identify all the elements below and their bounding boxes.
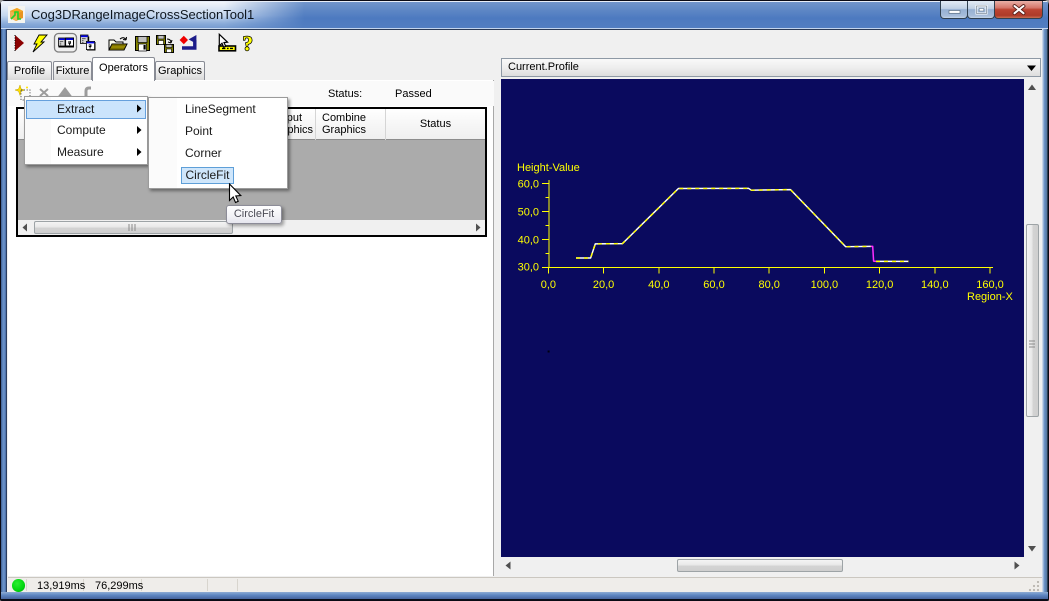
svg-text:60,0: 60,0 [703, 279, 724, 291]
svg-text:30,0: 30,0 [518, 262, 539, 274]
svg-text:Region-X: Region-X [967, 291, 1014, 303]
svg-text:160,0: 160,0 [976, 279, 1004, 291]
svg-text:Height-Value: Height-Value [517, 162, 580, 174]
svg-text:50,0: 50,0 [518, 207, 539, 219]
svg-text:40,0: 40,0 [518, 235, 539, 247]
svg-text:80,0: 80,0 [758, 279, 779, 291]
svg-text:0,0: 0,0 [541, 279, 556, 291]
svg-text:?: ? [243, 32, 254, 56]
svg-text:100,0: 100,0 [811, 279, 839, 291]
svg-text:140,0: 140,0 [921, 279, 949, 291]
svg-text:40,0: 40,0 [648, 279, 669, 291]
svg-text:60,0: 60,0 [518, 179, 539, 191]
svg-text:120,0: 120,0 [866, 279, 894, 291]
svg-text:20,0: 20,0 [593, 279, 614, 291]
